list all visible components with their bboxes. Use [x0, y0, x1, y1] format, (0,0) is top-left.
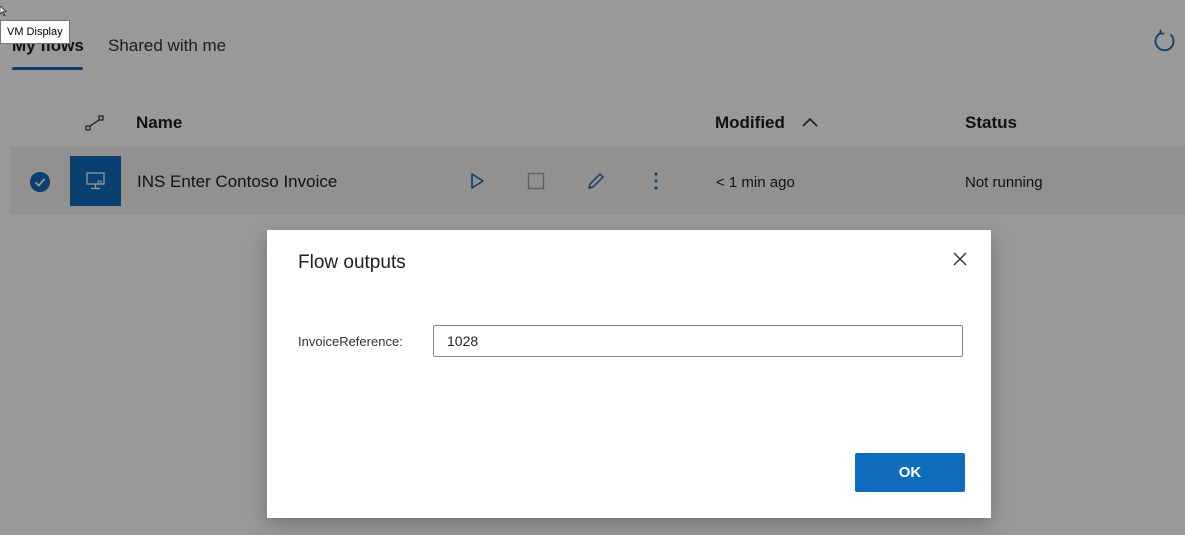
dialog-title: Flow outputs	[298, 252, 406, 273]
flow-outputs-dialog: Flow outputs InvoiceReference: OK	[267, 230, 991, 518]
mouse-cursor-icon	[0, 6, 7, 16]
close-icon[interactable]	[951, 250, 969, 268]
tooltip: VM Display	[0, 20, 70, 44]
invoice-reference-label: InvoiceReference:	[298, 334, 403, 349]
invoice-reference-field[interactable]	[433, 325, 963, 357]
ok-button[interactable]: OK	[855, 453, 965, 492]
